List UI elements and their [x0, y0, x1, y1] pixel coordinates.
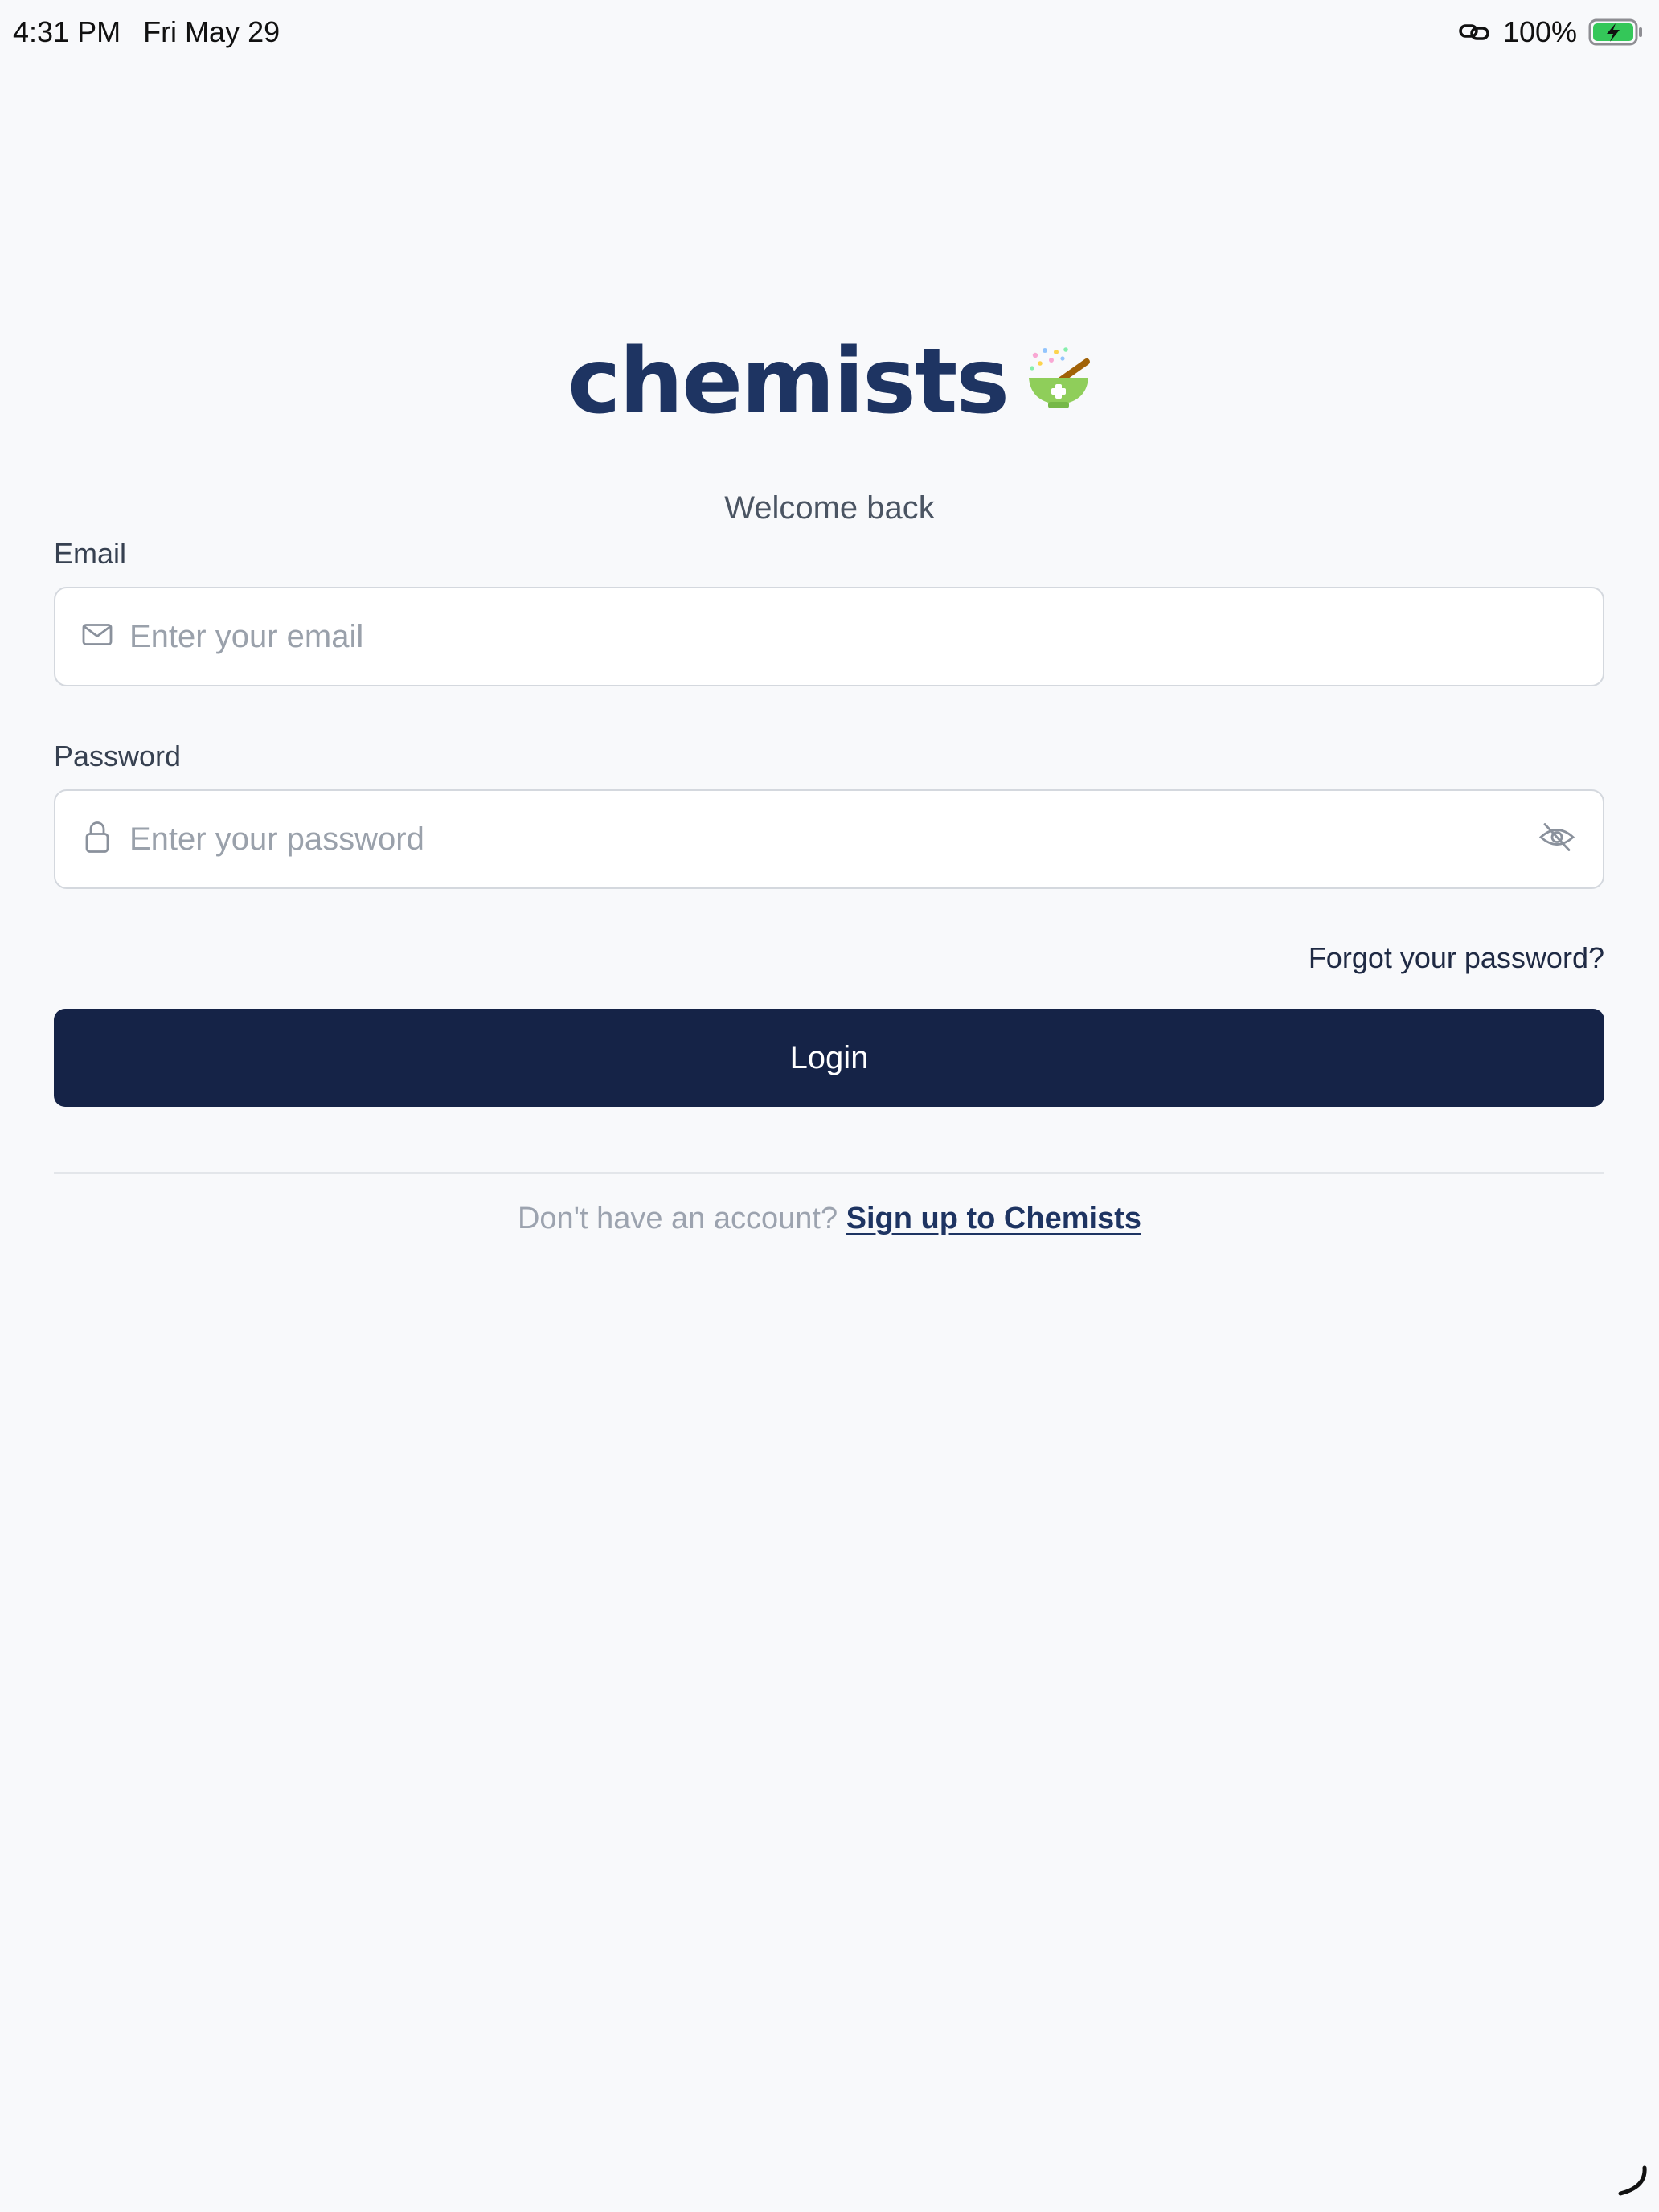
- signup-prompt: Don't have an account?: [517, 1202, 838, 1235]
- email-field-wrapper[interactable]: [54, 587, 1604, 686]
- status-time: 4:31 PM: [13, 15, 121, 48]
- brand-logo: chemists: [0, 330, 1659, 434]
- email-label: Email: [54, 537, 127, 570]
- battery-percent: 100%: [1502, 15, 1577, 48]
- link-icon: [1458, 20, 1492, 44]
- email-input[interactable]: [129, 588, 1514, 685]
- battery-charging-icon: [1588, 18, 1645, 47]
- divider: [54, 1172, 1604, 1174]
- welcome-text: Welcome back: [724, 490, 935, 526]
- status-date: Fri May 29: [143, 15, 281, 48]
- login-button[interactable]: Login: [54, 1009, 1604, 1107]
- eye-off-icon[interactable]: [1538, 821, 1575, 858]
- password-input[interactable]: [129, 791, 1514, 887]
- password-label: Password: [54, 739, 182, 772]
- signup-prompt-row: Don't have an account? Sign up to Chemis…: [0, 1196, 1659, 1241]
- mail-icon: [81, 622, 113, 652]
- signup-link[interactable]: Sign up to Chemists: [846, 1202, 1141, 1235]
- forgot-password-link[interactable]: Forgot your password?: [1309, 939, 1604, 977]
- status-bar-right: 100%: [1458, 14, 1645, 50]
- status-bar-left: 4:31 PM Fri May 29: [13, 14, 280, 50]
- mortar-pestle-icon: [1026, 346, 1092, 417]
- scribble-indicator-icon: [1614, 2163, 1649, 2202]
- password-field-wrapper[interactable]: [54, 789, 1604, 889]
- logo-text: chemists: [567, 330, 1010, 434]
- lock-icon: [81, 821, 113, 858]
